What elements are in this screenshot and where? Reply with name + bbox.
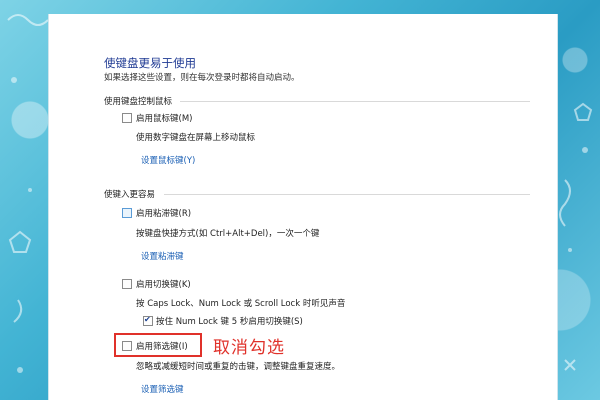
section-divider [164,194,530,195]
page-subtitle: 如果选择这些设置，则在每次登录时都将自动启动。 [104,73,300,83]
sticky-keys-checkbox[interactable] [122,208,132,218]
filter-keys-description: 忽略或减缓短时间或重复的击键，调整键盘重复速度。 [136,362,341,372]
page-title: 使键盘更易于使用 [104,56,196,70]
sticky-keys-label[interactable]: 启用粘滞键(R) [136,207,191,219]
toggle-keys-description: 按 Caps Lock、Num Lock 或 Scroll Lock 时听见声音 [136,299,346,309]
section-divider [180,101,530,102]
setup-sticky-keys-link[interactable]: 设置粘滞键 [141,250,184,262]
sticky-keys-description: 按键盘快捷方式(如 Ctrl+Alt+Del)，一次一个键 [136,229,320,239]
toggle-keys-label[interactable]: 启用切换键(K) [136,278,191,290]
setup-filter-keys-link[interactable]: 设置筛选键 [141,383,184,395]
section-heading-typing: 使键入更容易 [104,190,156,200]
mouse-keys-description: 使用数字键盘在屏幕上移动鼠标 [136,133,256,143]
setup-mouse-keys-link[interactable]: 设置鼠标键(Y) [141,154,195,166]
num-lock-toggle-checkbox[interactable] [143,315,153,326]
highlight-box [114,333,202,357]
toggle-keys-checkbox[interactable] [122,279,132,289]
section-heading-mouse: 使用键盘控制鼠标 [104,97,173,107]
mouse-keys-label[interactable]: 启用鼠标键(M) [136,112,192,124]
annotation-text: 取消勾选 [213,338,285,358]
mouse-keys-checkbox[interactable] [122,113,132,123]
num-lock-toggle-label[interactable]: 按住 Num Lock 键 5 秒启用切换键(S) [156,315,303,327]
